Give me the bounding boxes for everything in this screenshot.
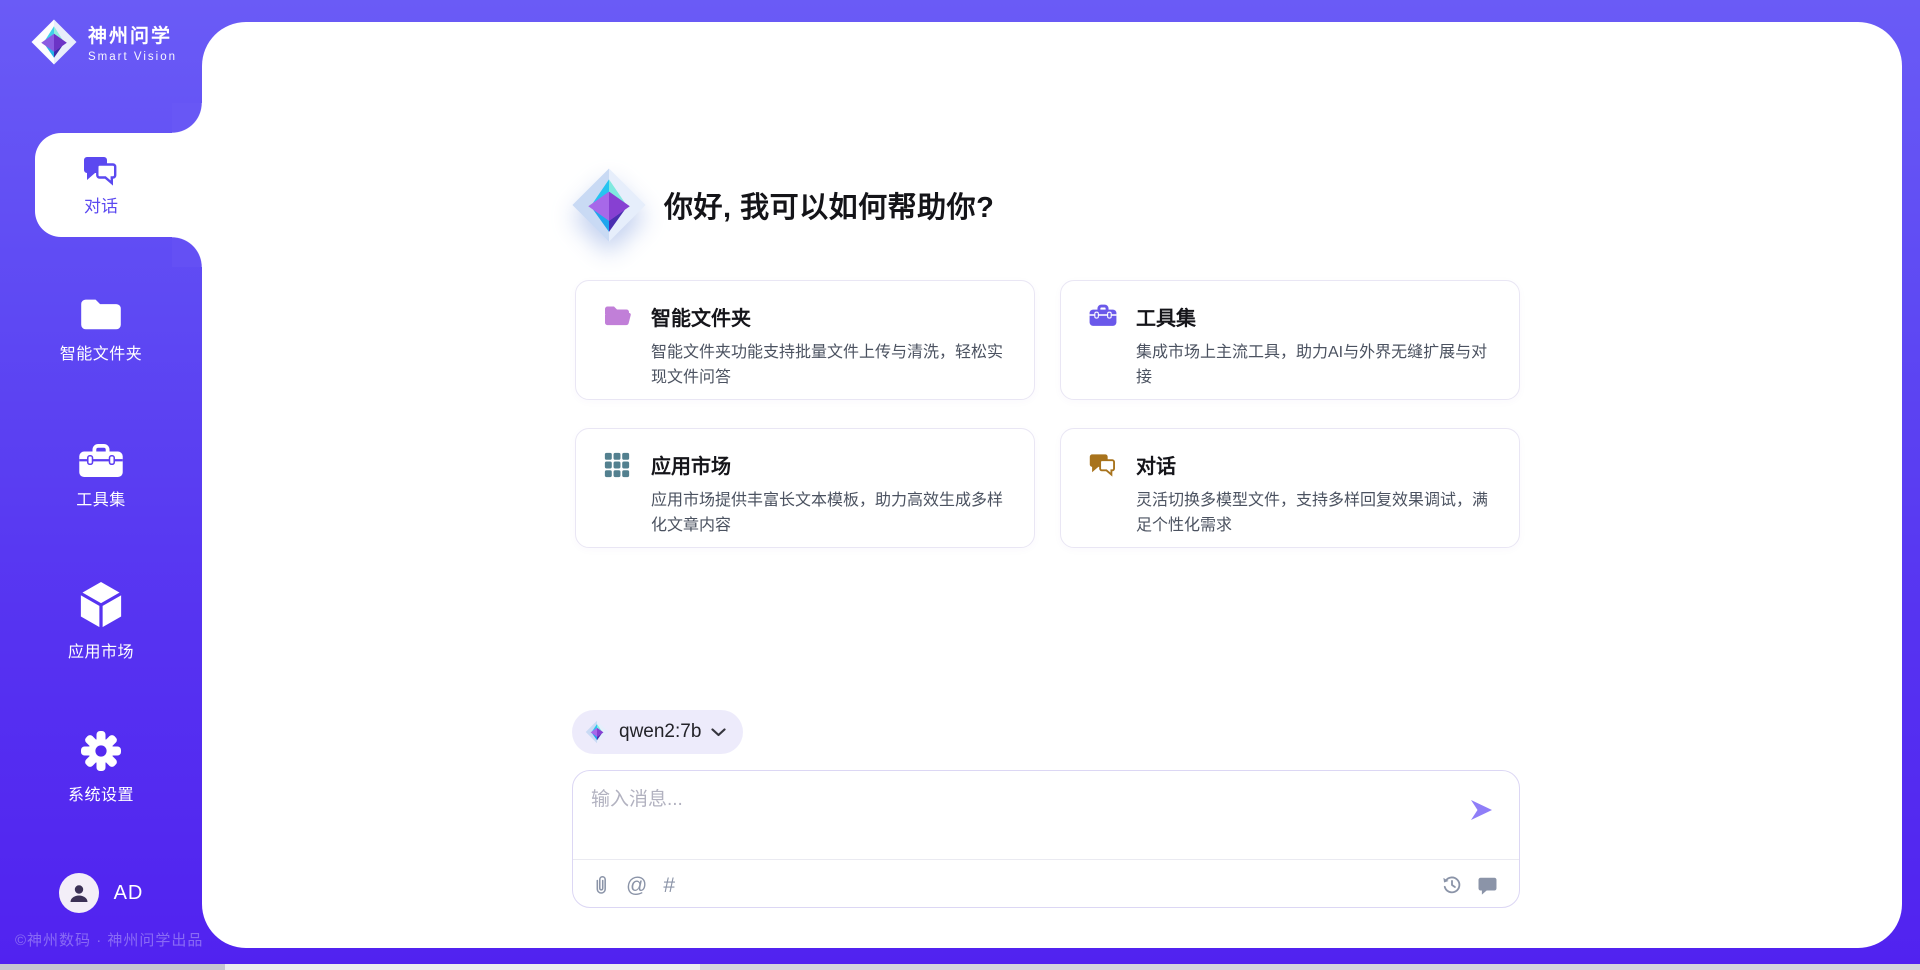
folder-icon <box>79 296 123 332</box>
sidebar-item-toolset[interactable]: 工具集 <box>0 444 202 510</box>
sidebar-item-label: 系统设置 <box>68 781 134 805</box>
app-root: 神州问学 Smart Vision 对话 智能文件夹 <box>0 0 1920 970</box>
grid-icon <box>604 450 634 547</box>
gear-icon <box>79 729 123 773</box>
user-profile[interactable]: AD <box>0 873 202 913</box>
paperclip-icon <box>592 874 610 896</box>
chevron-down-icon <box>711 728 726 737</box>
brand: 神州问学 Smart Vision <box>30 18 177 66</box>
sidebar-item-label: 工具集 <box>76 486 126 510</box>
card-description: 灵活切换多模型文件，支持多样回复效果调试，满足个性化需求 <box>1136 488 1495 538</box>
sidebar-item-market[interactable]: 应用市场 <box>0 580 202 662</box>
active-tab-fillet-bottom <box>172 237 202 267</box>
message-composer: @ # <box>572 770 1520 908</box>
assistant-logo-icon <box>570 163 648 247</box>
chat-icon <box>1089 450 1119 547</box>
greeting-text: 你好, 我可以如何帮助你? <box>664 184 994 226</box>
model-logo-icon <box>585 719 609 745</box>
greeting: 你好, 我可以如何帮助你? <box>570 160 994 250</box>
hashtag-button[interactable]: # <box>663 875 675 896</box>
sidebar-item-label: 应用市场 <box>68 638 134 662</box>
send-icon <box>1469 799 1493 821</box>
sidebar-item-label: 对话 <box>84 192 118 217</box>
copyright-text: ©神州数码 · 神州问学出品 <box>15 929 203 950</box>
card-smart-folder[interactable]: 智能文件夹 智能文件夹功能支持批量文件上传与清洗，轻松实现文件问答 <box>575 280 1035 400</box>
card-title: 智能文件夹 <box>651 302 1010 331</box>
card-title: 工具集 <box>1136 302 1495 331</box>
chat-bubble-icon <box>1478 876 1497 895</box>
avatar <box>59 873 99 913</box>
model-name: qwen2:7b <box>619 721 701 743</box>
toolbox-icon <box>1089 302 1119 399</box>
brand-logo-icon <box>30 18 78 66</box>
history-icon <box>1442 875 1462 895</box>
chat-icon <box>83 154 119 186</box>
active-tab-fillet-top <box>172 103 202 133</box>
folder-open-icon <box>604 302 634 399</box>
card-app-market[interactable]: 应用市场 应用市场提供丰富长文本模板，助力高效生成多样化文章内容 <box>575 428 1035 548</box>
sidebar-item-label: 智能文件夹 <box>60 340 143 364</box>
chat-history-button[interactable] <box>1478 876 1497 895</box>
card-chat[interactable]: 对话 灵活切换多模型文件，支持多样回复效果调试，满足个性化需求 <box>1060 428 1520 548</box>
sidebar-item-settings[interactable]: 系统设置 <box>0 729 202 805</box>
person-icon <box>67 881 91 905</box>
brand-name: 神州问学 <box>88 21 177 48</box>
user-initials: AD <box>114 882 144 905</box>
card-description: 集成市场上主流工具，助力AI与外界无缝扩展与对接 <box>1136 340 1495 390</box>
model-selector[interactable]: qwen2:7b <box>572 710 743 754</box>
toolbox-icon <box>78 444 124 478</box>
main-panel: 你好, 我可以如何帮助你? 智能文件夹 智能文件夹功能支持批量文件上传与清洗，轻… <box>202 22 1902 948</box>
card-description: 智能文件夹功能支持批量文件上传与清洗，轻松实现文件问答 <box>651 340 1010 390</box>
card-description: 应用市场提供丰富长文本模板，助力高效生成多样化文章内容 <box>651 488 1010 538</box>
mention-button[interactable]: @ <box>626 875 647 896</box>
sidebar-item-folders[interactable]: 智能文件夹 <box>0 296 202 364</box>
brand-subtitle: Smart Vision <box>88 51 177 63</box>
card-title: 对话 <box>1136 450 1495 479</box>
composer-divider <box>573 859 1519 860</box>
history-button[interactable] <box>1442 875 1462 895</box>
bottom-strip <box>0 964 1920 970</box>
sidebar-item-chat[interactable]: 对话 <box>35 133 202 237</box>
send-button[interactable] <box>1469 799 1493 826</box>
composer-toolbar: @ # <box>592 866 1497 904</box>
feature-cards: 智能文件夹 智能文件夹功能支持批量文件上传与清洗，轻松实现文件问答 工 <box>575 280 1520 548</box>
card-toolset[interactable]: 工具集 集成市场上主流工具，助力AI与外界无缝扩展与对接 <box>1060 280 1520 400</box>
cube-icon <box>78 580 124 630</box>
message-input[interactable] <box>591 784 1441 850</box>
attach-button[interactable] <box>592 874 610 896</box>
card-title: 应用市场 <box>651 450 1010 479</box>
